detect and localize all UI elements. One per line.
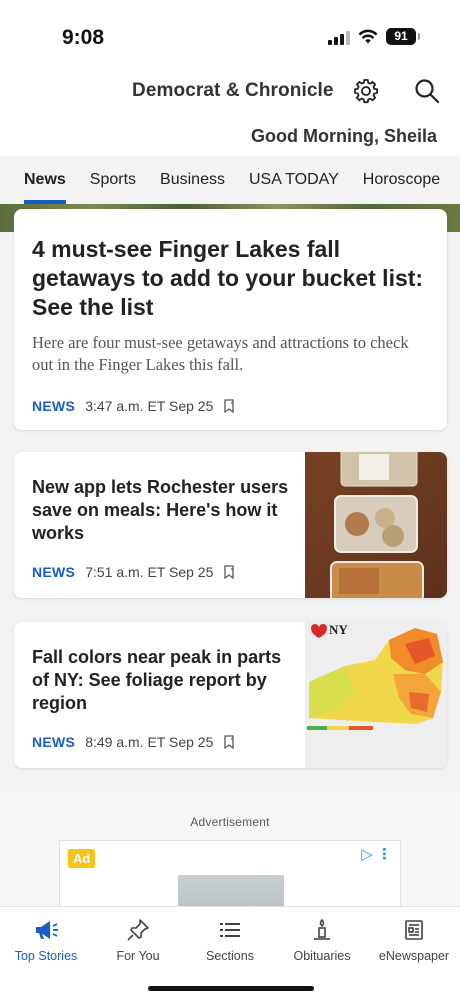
tab-usa-today[interactable]: USA TODAY — [237, 156, 351, 204]
signal-icon — [328, 29, 350, 45]
article-title[interactable]: 4 must-see Finger Lakes fall getaways to… — [32, 235, 429, 322]
article-meta: NEWS 7:51 a.m. ET Sep 25 — [32, 564, 235, 580]
article-time: 8:49 a.m. ET Sep 25 — [85, 734, 214, 750]
pin-icon — [127, 919, 149, 941]
nav-label: eNewspaper — [378, 949, 450, 963]
nav-label: For You — [116, 949, 160, 963]
nav-enewspaper[interactable]: eNewspaper — [368, 907, 460, 1000]
brand-logo[interactable]: Democrat & Chronicle — [132, 80, 334, 102]
ad-choices-icon[interactable]: ▷ ⋮ — [361, 845, 392, 863]
article-tag[interactable]: NEWS — [32, 734, 75, 750]
article-meta: NEWS 8:49 a.m. ET Sep 25 — [32, 734, 235, 750]
nav-label: Obituaries — [293, 949, 351, 963]
ad-banner[interactable]: Ad ▷ ⋮ — [59, 840, 401, 906]
article-time: 3:47 a.m. ET Sep 25 — [85, 398, 214, 414]
gear-icon[interactable] — [351, 76, 381, 106]
list-icon — [220, 923, 240, 937]
bottom-nav: Top Stories For You Sections Obituaries … — [0, 906, 460, 1000]
section-tabs: News Sports Business USA TODAY Horoscope — [0, 156, 460, 204]
status-icons: 91 — [328, 28, 420, 45]
article-title[interactable]: New app lets Rochester users save on mea… — [32, 476, 290, 545]
wifi-icon — [358, 29, 378, 43]
nav-label: Sections — [206, 949, 254, 963]
tab-sports[interactable]: Sports — [78, 156, 148, 204]
article-tag[interactable]: NEWS — [32, 564, 75, 580]
article-card[interactable]: New app lets Rochester users save on mea… — [14, 452, 447, 598]
nav-label: Top Stories — [14, 949, 78, 963]
bookmark-icon[interactable] — [223, 565, 235, 579]
newspaper-icon — [405, 920, 423, 940]
news-feed[interactable]: 4 must-see Finger Lakes fall getaways to… — [0, 204, 460, 906]
nav-top-stories[interactable]: Top Stories — [0, 907, 92, 1000]
ad-image[interactable] — [178, 875, 284, 906]
candle-icon — [314, 918, 330, 940]
article-meta: NEWS 3:47 a.m. ET Sep 25 — [32, 398, 235, 414]
advertisement-area: Advertisement Ad ▷ ⋮ — [0, 792, 460, 906]
ad-badge: Ad — [68, 849, 96, 868]
tab-business[interactable]: Business — [148, 156, 237, 204]
battery-icon: 91 — [386, 28, 420, 45]
bookmark-icon[interactable] — [223, 735, 235, 749]
ad-label: Advertisement — [190, 815, 270, 829]
home-indicator[interactable] — [148, 986, 314, 991]
status-bar: 9:08 91 — [0, 0, 460, 70]
article-summary: Here are four must-see getaways and attr… — [32, 333, 409, 374]
svg-text:NY: NY — [329, 622, 348, 637]
greeting-text: Good Morning, Sheila — [251, 126, 437, 146]
bookmark-icon[interactable] — [223, 399, 235, 413]
article-time: 7:51 a.m. ET Sep 25 — [85, 564, 214, 580]
featured-article-card[interactable]: 4 must-see Finger Lakes fall getaways to… — [14, 209, 447, 430]
megaphone-icon — [36, 921, 58, 939]
app-header: Democrat & Chronicle Good Morning, Sheil… — [0, 70, 460, 156]
status-time: 9:08 — [62, 26, 105, 49]
article-title[interactable]: Fall colors near peak in parts of NY: Se… — [32, 646, 290, 715]
article-card[interactable]: Fall colors near peak in parts of NY: Se… — [14, 622, 447, 768]
tab-horoscope[interactable]: Horoscope — [351, 156, 452, 204]
tab-news[interactable]: News — [12, 156, 78, 204]
search-icon[interactable] — [412, 76, 442, 106]
meal-containers-image[interactable] — [305, 452, 447, 598]
article-tag[interactable]: NEWS — [32, 398, 75, 414]
foliage-map-image[interactable]: NY — [305, 622, 447, 768]
